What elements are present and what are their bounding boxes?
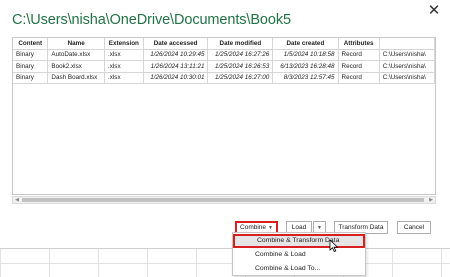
menu-item-combine-transform[interactable]: Combine & Transform Data <box>233 234 365 248</box>
chevron-down-icon: ▼ <box>317 225 322 231</box>
menu-item-combine-load-to[interactable]: Combine & Load To... <box>233 262 365 276</box>
cancel-button-label: Cancel <box>403 224 425 231</box>
scroll-left-icon[interactable]: ◀ <box>13 197 21 203</box>
cell-extension: .xlsx <box>104 60 144 73</box>
cell-attributes: Record <box>338 72 380 84</box>
cell-date-modified: 1/25/2024 16:27:26 <box>207 49 274 61</box>
worksheet-grid-background <box>0 248 450 277</box>
mouse-cursor-icon <box>329 240 339 252</box>
table-header-row: Content Name Extension Date accessed Dat… <box>13 38 435 50</box>
cell-date-accessed: 1/26/2024 10:30:01 <box>143 72 209 84</box>
transform-data-button-label: Transform Data <box>338 224 384 231</box>
cell-content: Binary <box>13 49 49 61</box>
cell-date-created: 8/3/2023 12:57:45 <box>272 72 339 84</box>
scrollbar-thumb[interactable] <box>22 198 424 202</box>
cell-attributes: Record <box>338 49 380 61</box>
cell-attributes: Record <box>338 60 380 73</box>
close-icon[interactable]: ✕ <box>420 0 448 20</box>
cell-name: AutoDate.xlsx <box>47 49 105 61</box>
cell-date-created: 6/13/2023 16:28:48 <box>272 60 339 73</box>
cell-folder-path: C:\Users\nisha\ <box>379 60 435 73</box>
cell-folder-path: C:\Users\nisha\ <box>379 49 435 61</box>
cell-name: Book2.xlsx <box>47 60 105 73</box>
horizontal-scrollbar[interactable]: ◀ ▶ <box>12 196 436 204</box>
combine-dropdown-menu: Combine & Transform Data Combine & Load … <box>232 232 366 276</box>
files-table: Content Name Extension Date accessed Dat… <box>12 37 436 195</box>
cell-content: Binary <box>13 72 49 84</box>
column-header-date-accessed[interactable]: Date accessed <box>143 38 209 50</box>
cell-folder-path: C:\Users\nisha\ <box>379 72 435 84</box>
chevron-down-icon: ▼ <box>268 225 273 231</box>
cell-name: Dash Board.xlsx <box>47 72 105 84</box>
column-header-extension[interactable]: Extension <box>104 38 144 50</box>
table-row[interactable]: Binary AutoDate.xlsx .xlsx 1/26/2024 10:… <box>13 49 435 61</box>
cancel-button[interactable]: Cancel <box>397 221 431 234</box>
folder-path-title: C:\Users\nisha\OneDrive\Documents\Book5 <box>12 12 291 28</box>
cell-date-accessed: 1/26/2024 13:11:21 <box>143 60 209 73</box>
table-row[interactable]: Binary Dash Board.xlsx .xlsx 1/26/2024 1… <box>13 72 435 84</box>
cell-extension: .xlsx <box>104 72 144 84</box>
cell-date-accessed: 1/26/2024 10:29:45 <box>143 49 209 61</box>
scroll-right-icon[interactable]: ▶ <box>427 197 435 203</box>
column-header-date-created[interactable]: Date created <box>272 38 339 50</box>
load-button-label: Load <box>291 224 307 231</box>
cell-date-created: 1/5/2024 10:18:58 <box>272 49 339 61</box>
cell-content: Binary <box>13 60 49 73</box>
cell-extension: .xlsx <box>104 49 144 61</box>
column-header-date-modified[interactable]: Date modified <box>207 38 274 50</box>
column-header-content[interactable]: Content <box>13 38 49 50</box>
navigator-dialog: ✕ C:\Users\nisha\OneDrive\Documents\Book… <box>0 0 450 277</box>
cell-date-modified: 1/25/2024 16:27:00 <box>207 72 274 84</box>
column-header-folder-path[interactable] <box>379 38 435 50</box>
table-row[interactable]: Binary Book2.xlsx .xlsx 1/26/2024 13:11:… <box>13 60 435 73</box>
column-header-name[interactable]: Name <box>47 38 105 50</box>
combine-button-label: Combine <box>240 224 267 231</box>
cell-date-modified: 1/25/2024 16:26:53 <box>207 60 274 73</box>
column-header-attributes[interactable]: Attributes <box>338 38 380 50</box>
menu-item-combine-load[interactable]: Combine & Load <box>233 248 365 262</box>
